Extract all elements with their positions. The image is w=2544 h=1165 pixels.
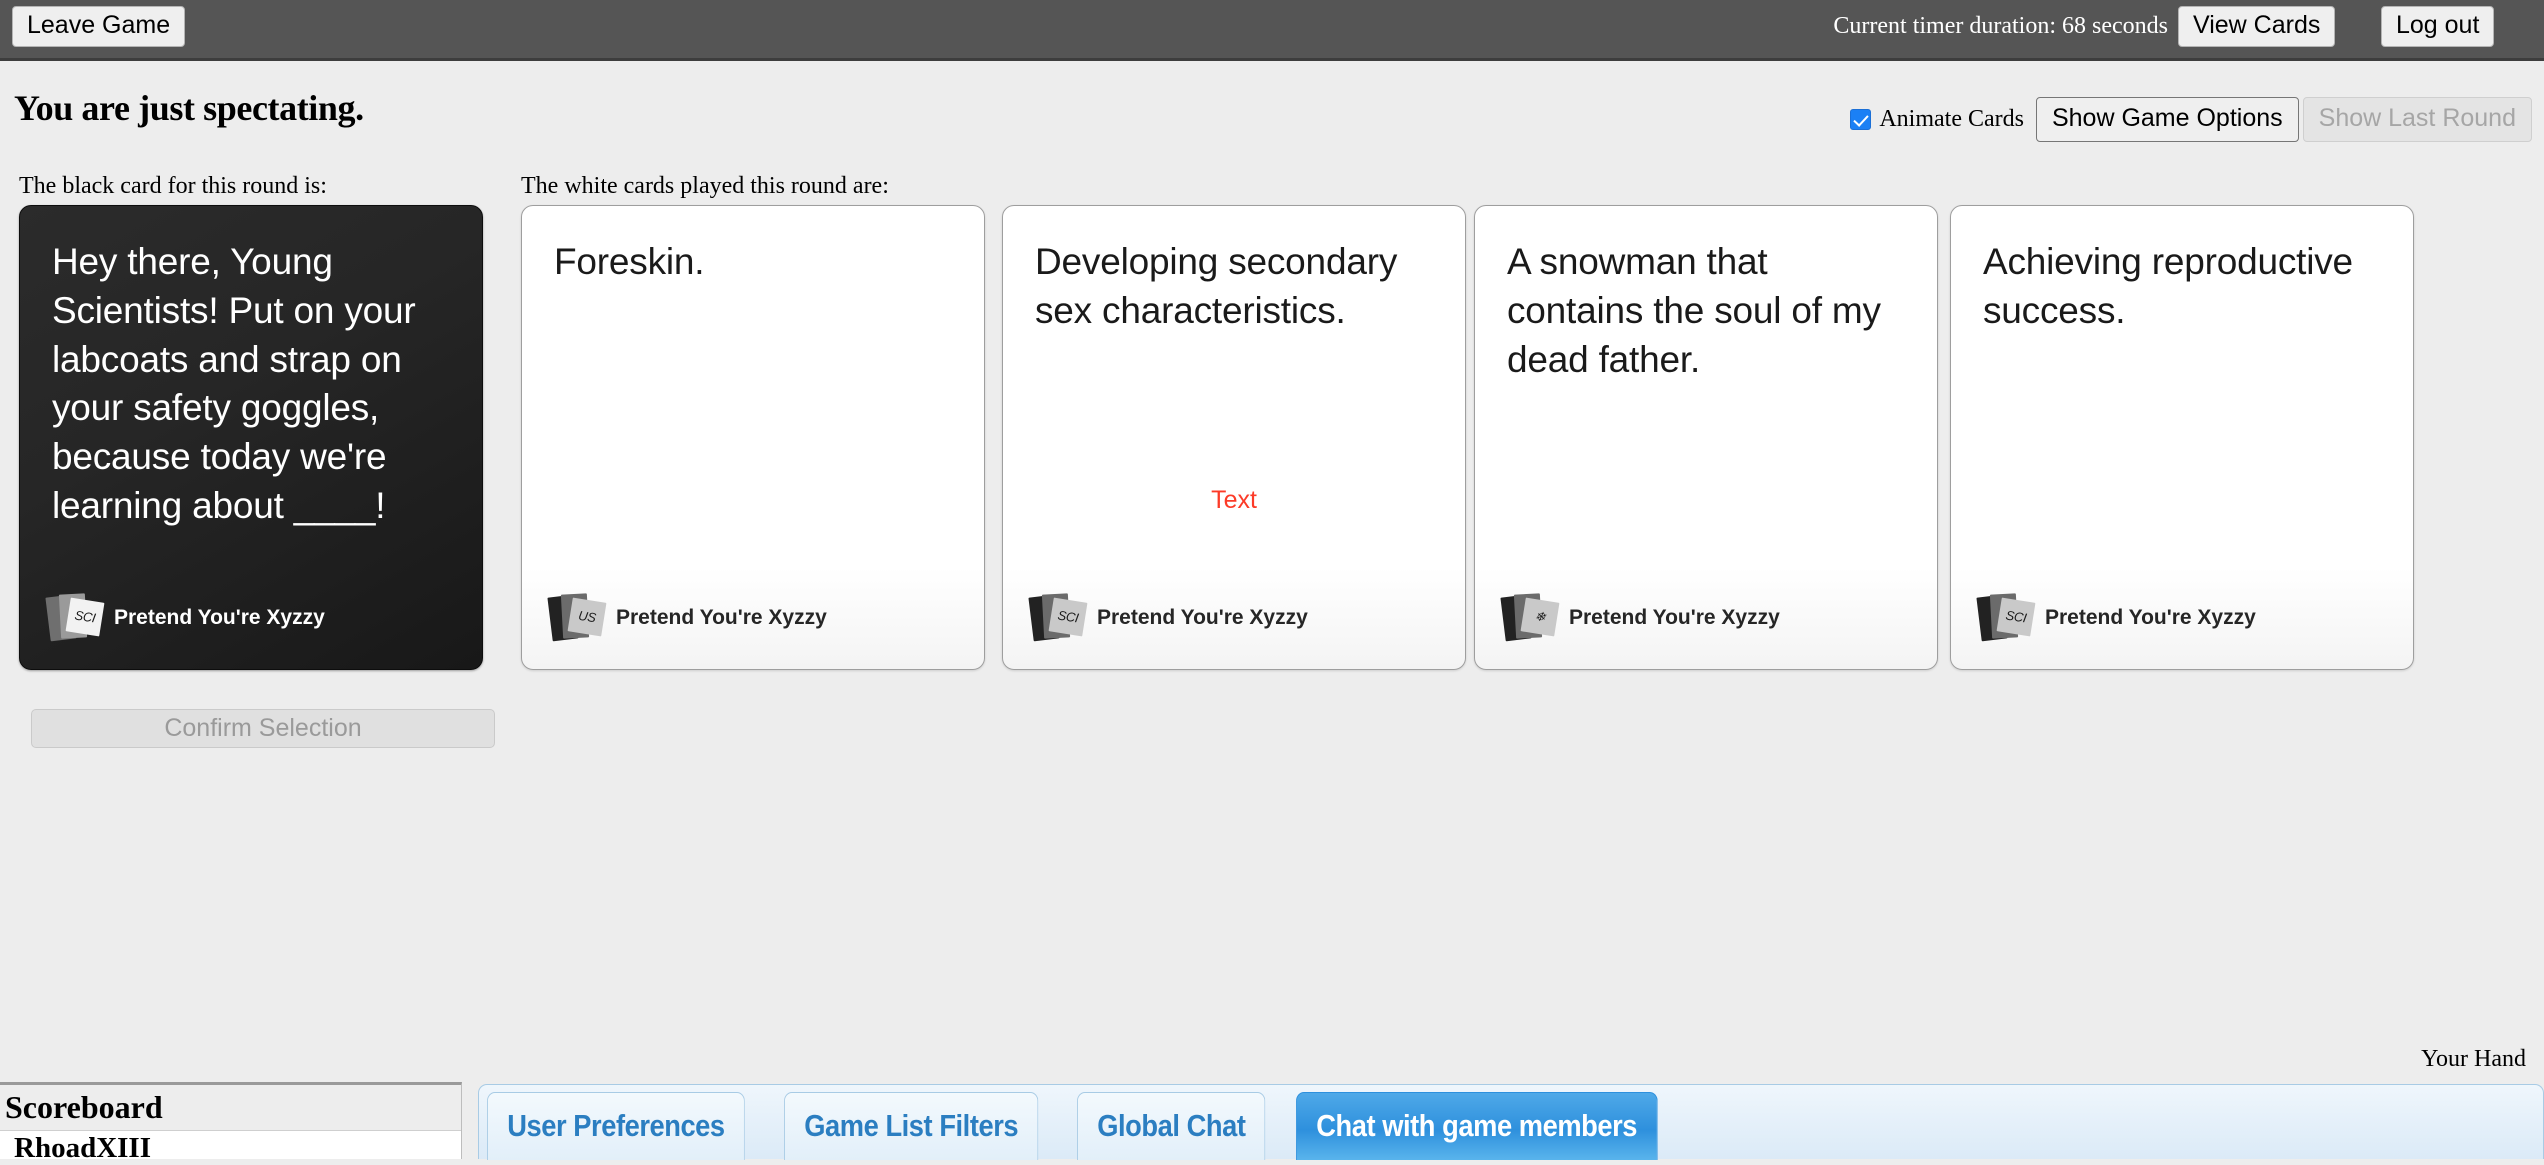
page-title: You are just spectating. bbox=[14, 88, 364, 128]
timer-duration-text: Current timer duration: 68 seconds bbox=[1833, 13, 2168, 39]
deck-card-front: SCI bbox=[65, 597, 105, 637]
tab-game-list-filters[interactable]: Game List Filters bbox=[784, 1092, 1039, 1160]
white-card-footer: SCI Pretend You're Xyzzy bbox=[1028, 592, 1308, 644]
white-card-footer: ❄ Pretend You're Xyzzy bbox=[1500, 592, 1780, 644]
card-brand-label: Pretend You're Xyzzy bbox=[1097, 606, 1308, 629]
white-card-text: Achieving reproductive success. bbox=[1983, 241, 2353, 331]
white-card-text: Developing secondary sex characteristics… bbox=[1035, 241, 1398, 331]
black-card-section-label: The black card for this round is: bbox=[19, 173, 327, 199]
white-card[interactable]: Developing secondary sex characteristics… bbox=[1002, 205, 1466, 670]
scoreboard-title: Scoreboard bbox=[5, 1089, 163, 1125]
white-card-footer: US Pretend You're Xyzzy bbox=[547, 592, 827, 644]
tab-strip: User Preferences Game List Filters Globa… bbox=[487, 1090, 1710, 1160]
deck-card-front: SCI bbox=[1048, 597, 1088, 637]
your-hand-label: Your Hand bbox=[2421, 1046, 2526, 1072]
deck-card-front: US bbox=[567, 597, 607, 637]
black-card-text: Hey there, Young Scientists! Put on your… bbox=[52, 241, 416, 527]
white-card-text: A snowman that contains the soul of my d… bbox=[1507, 241, 1881, 380]
show-last-round-button: Show Last Round bbox=[2302, 97, 2532, 142]
black-card: Hey there, Young Scientists! Put on your… bbox=[19, 205, 483, 670]
confirm-selection-button: Confirm Selection bbox=[31, 709, 495, 748]
card-brand-label: Pretend You're Xyzzy bbox=[2045, 606, 2256, 629]
card-brand-label: Pretend You're Xyzzy bbox=[1569, 606, 1780, 629]
tab-chat-with-game-members[interactable]: Chat with game members bbox=[1295, 1092, 1657, 1160]
show-game-options-button[interactable]: Show Game Options bbox=[2035, 97, 2299, 142]
card-deck-icon: SCI bbox=[45, 592, 105, 644]
scoreboard-panel: Scoreboard RhoadXIII bbox=[0, 1082, 462, 1164]
deck-card-front: SCI bbox=[1996, 597, 2036, 637]
card-deck-icon: SCI bbox=[1028, 592, 1088, 644]
white-card[interactable]: A snowman that contains the soul of my d… bbox=[1474, 205, 1938, 670]
tab-global-chat[interactable]: Global Chat bbox=[1077, 1092, 1266, 1160]
white-card-footer: SCI Pretend You're Xyzzy bbox=[1976, 592, 2256, 644]
scoreboard-rows: RhoadXIII bbox=[0, 1130, 461, 1164]
white-card[interactable]: Achieving reproductive success. SCI Pret… bbox=[1950, 205, 2414, 670]
animate-cards-label: Animate Cards bbox=[1879, 106, 2024, 132]
view-cards-button[interactable]: View Cards bbox=[2178, 6, 2336, 47]
scoreboard-player-row[interactable]: RhoadXIII bbox=[0, 1131, 461, 1165]
header-controls: Animate Cards Show Game Options Show Las… bbox=[1850, 97, 2532, 142]
card-deck-icon: US bbox=[547, 592, 607, 644]
animate-cards-checkbox[interactable] bbox=[1850, 109, 1872, 130]
white-card-text: Foreskin. bbox=[554, 241, 705, 282]
white-cards-section-label: The white cards played this round are: bbox=[521, 173, 889, 199]
card-brand-label: Pretend You're Xyzzy bbox=[114, 606, 325, 629]
white-card[interactable]: Foreskin. US Pretend You're Xyzzy bbox=[521, 205, 985, 670]
card-deck-icon: ❄ bbox=[1500, 592, 1560, 644]
tab-user-preferences[interactable]: User Preferences bbox=[487, 1092, 745, 1160]
logout-button[interactable]: Log out bbox=[2381, 6, 2495, 47]
deck-card-front: ❄ bbox=[1520, 597, 1560, 637]
card-brand-label: Pretend You're Xyzzy bbox=[616, 606, 827, 629]
leave-game-button[interactable]: Leave Game bbox=[12, 6, 186, 47]
bottom-tab-panel: User Preferences Game List Filters Globa… bbox=[478, 1084, 2544, 1160]
card-deck-icon: SCI bbox=[1976, 592, 2036, 644]
white-card-annotation: Text bbox=[1211, 486, 1257, 514]
black-card-footer: SCI Pretend You're Xyzzy bbox=[45, 592, 325, 644]
top-navbar: Leave Game Current timer duration: 68 se… bbox=[0, 0, 2544, 61]
